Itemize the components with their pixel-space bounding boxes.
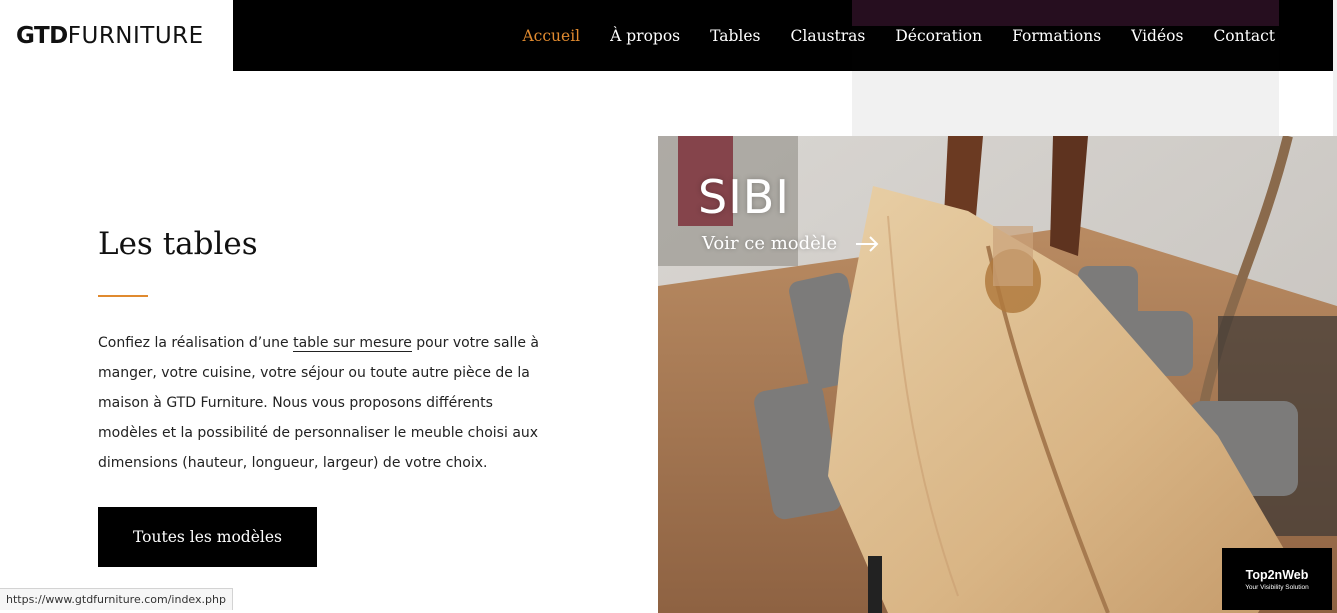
nav-item-claustras[interactable]: Claustras — [791, 27, 866, 45]
description-text-start: Confiez la réalisation d’une — [98, 335, 294, 351]
nav-item-accueil[interactable]: Accueil — [522, 27, 580, 45]
nav-item-formations[interactable]: Formations — [1012, 27, 1101, 45]
title-accent-rule — [98, 295, 148, 297]
arrow-right-icon — [856, 235, 879, 252]
top2nweb-badge[interactable]: Top2nWeb Your Visibility Solution — [1222, 548, 1332, 610]
view-model-label: Voir ce modèle — [702, 233, 838, 254]
section-title: Les tables — [98, 226, 258, 262]
nav-item-tables[interactable]: Tables — [710, 27, 760, 45]
custom-table-link[interactable]: table sur mesure — [293, 335, 412, 352]
nav-item-a-propos[interactable]: À propos — [610, 27, 680, 45]
status-bar-url: https://www.gtdfurniture.com/index.php — [0, 588, 233, 610]
logo-thin-part: FURNITURE — [67, 22, 204, 49]
nav-item-contact[interactable]: Contact — [1213, 27, 1275, 45]
logo-area[interactable]: GTDFURNITURE — [0, 0, 233, 71]
description-text-end: pour votre salle à manger, votre cuisine… — [98, 335, 539, 471]
main-menu: Accueil À propos Tables Claustras Décora… — [522, 0, 1275, 71]
logo-bold-part: GTD — [16, 22, 68, 49]
nav-item-decoration[interactable]: Décoration — [895, 27, 982, 45]
view-model-link[interactable]: Voir ce modèle — [702, 233, 879, 254]
all-models-button[interactable]: Toutes les modèles — [98, 507, 317, 567]
slide-title: SIBI — [698, 170, 790, 224]
section-description: Confiez la réalisation d’une table sur m… — [98, 328, 548, 478]
badge-name: Top2nWeb — [1245, 567, 1309, 582]
site-logo[interactable]: GTDFURNITURE — [16, 23, 204, 49]
badge-tagline: Your Visibility Solution — [1245, 583, 1309, 591]
nav-item-videos[interactable]: Vidéos — [1131, 27, 1183, 45]
